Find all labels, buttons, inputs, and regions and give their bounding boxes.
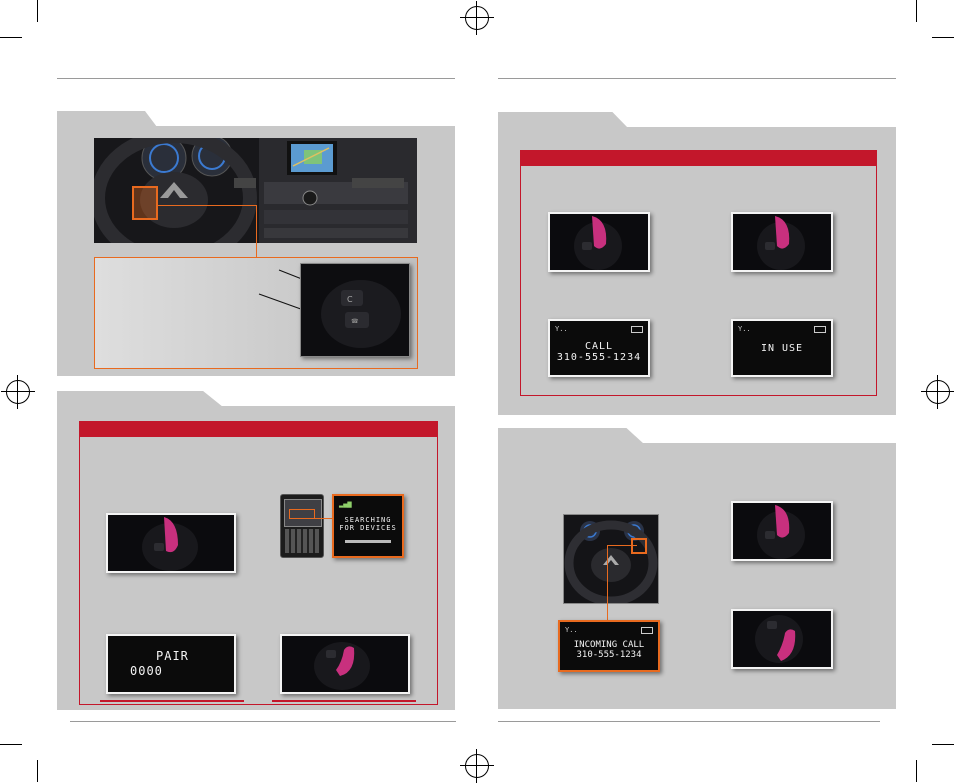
- crop-mark: [932, 37, 954, 38]
- registration-mark: [460, 1, 494, 35]
- incoming-call-screen: Y.. INCOMING CALL 310-555-1234: [558, 620, 660, 672]
- footer-rule-right: [498, 721, 880, 722]
- screen-text: PAIR: [156, 649, 189, 663]
- phone-callout-line: [312, 518, 332, 519]
- steering-button-photo: [731, 609, 833, 669]
- crop-mark: [916, 0, 917, 22]
- screen-text: SEARCHING: [344, 516, 392, 524]
- pair-code-screen: PAIR 0000: [106, 634, 236, 694]
- section-tab: [57, 391, 223, 407]
- screen-text: 0000: [130, 664, 163, 678]
- callout-line: [256, 205, 257, 257]
- callout-line: [158, 205, 256, 206]
- registration-mark: [921, 375, 954, 409]
- crop-mark: [37, 0, 38, 22]
- crop-mark: [916, 760, 917, 782]
- steering-button-photo: [731, 501, 833, 561]
- steering-button-photo: [106, 513, 236, 573]
- section-tab: [498, 112, 628, 128]
- callout-line: [607, 545, 608, 621]
- section-tab: [57, 111, 157, 127]
- controls-closeup-photo: C ☎: [300, 263, 410, 357]
- steering-button-photo: [731, 212, 833, 272]
- header-rule-left: [57, 78, 455, 79]
- controls-highlight: [132, 186, 158, 220]
- steering-button-photo: [548, 212, 650, 272]
- steering-wheel-photo: [563, 514, 659, 604]
- steering-button-photo: [280, 634, 410, 694]
- crop-mark: [37, 760, 38, 782]
- screen-text: 310-555-1234: [576, 650, 642, 660]
- registration-mark: [1, 375, 35, 409]
- progress-bar: [345, 540, 391, 543]
- callout-line: [607, 545, 637, 546]
- svg-text:C: C: [347, 295, 353, 304]
- underline: [100, 700, 244, 702]
- controls-highlight: [631, 538, 647, 554]
- underline: [272, 700, 416, 702]
- section-tab: [498, 428, 644, 444]
- call-number-screen: Y.. CALL 310-555-1234: [548, 319, 650, 377]
- searching-devices-screen: ▂▄▆ SEARCHING FOR DEVICES: [332, 494, 404, 558]
- screen-text: 310-555-1234: [556, 352, 642, 363]
- footer-rule-left: [70, 721, 456, 722]
- crop-mark: [0, 744, 22, 745]
- registration-mark: [460, 749, 494, 783]
- in-use-screen: Y.. IN USE: [731, 319, 833, 377]
- steering-controls-panel: C ☎: [57, 126, 455, 376]
- screen-text: INCOMING CALL: [573, 640, 645, 650]
- screen-text: CALL: [584, 341, 614, 352]
- svg-text:☎: ☎: [351, 318, 359, 325]
- phone-photo: [280, 494, 324, 558]
- crop-mark: [0, 37, 22, 38]
- crop-mark: [932, 744, 954, 745]
- screen-text: FOR DEVICES: [339, 524, 397, 532]
- screen-text: IN USE: [760, 343, 804, 354]
- header-rule-right: [498, 78, 896, 79]
